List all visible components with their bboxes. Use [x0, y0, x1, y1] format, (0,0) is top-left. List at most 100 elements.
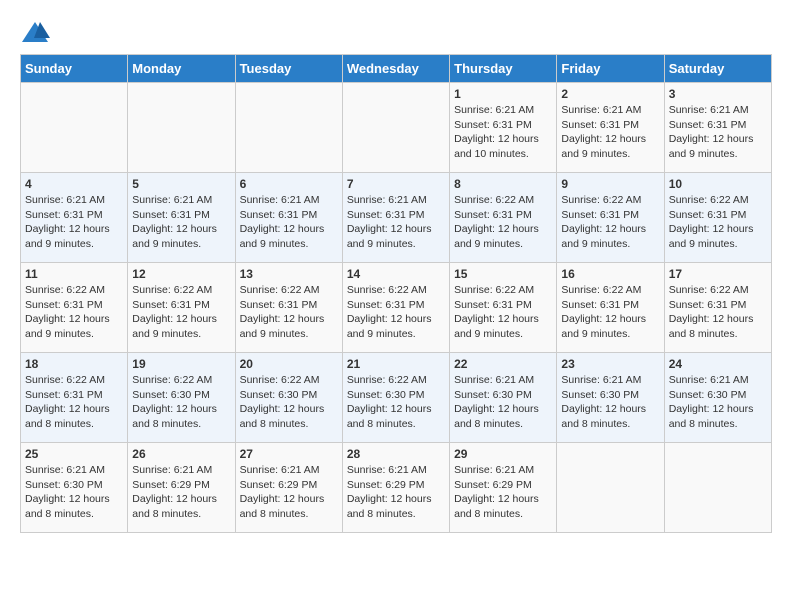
day-info: Sunrise: 6:21 AM Sunset: 6:29 PM Dayligh…: [454, 463, 552, 522]
day-number: 5: [132, 177, 230, 191]
calendar-cell: 26 Sunrise: 6:21 AM Sunset: 6:29 PM Dayli…: [128, 443, 235, 533]
calendar-week-row: 25 Sunrise: 6:21 AM Sunset: 6:30 PM Dayli…: [21, 443, 772, 533]
day-info: Sunrise: 6:22 AM Sunset: 6:31 PM Dayligh…: [561, 193, 659, 252]
day-info: Sunrise: 6:21 AM Sunset: 6:31 PM Dayligh…: [240, 193, 338, 252]
day-info: Sunrise: 6:21 AM Sunset: 6:30 PM Dayligh…: [454, 373, 552, 432]
logo: [20, 20, 54, 44]
day-info: Sunrise: 6:22 AM Sunset: 6:31 PM Dayligh…: [561, 283, 659, 342]
calendar-cell: 15 Sunrise: 6:22 AM Sunset: 6:31 PM Dayli…: [450, 263, 557, 353]
day-number: 10: [669, 177, 767, 191]
day-info: Sunrise: 6:21 AM Sunset: 6:29 PM Dayligh…: [347, 463, 445, 522]
day-number: 20: [240, 357, 338, 371]
calendar-cell: [21, 83, 128, 173]
day-number: 26: [132, 447, 230, 461]
day-info: Sunrise: 6:21 AM Sunset: 6:31 PM Dayligh…: [454, 103, 552, 162]
day-info: Sunrise: 6:22 AM Sunset: 6:30 PM Dayligh…: [347, 373, 445, 432]
calendar-cell: [128, 83, 235, 173]
day-number: 19: [132, 357, 230, 371]
day-number: 15: [454, 267, 552, 281]
day-number: 27: [240, 447, 338, 461]
day-number: 2: [561, 87, 659, 101]
day-number: 14: [347, 267, 445, 281]
page-header: [20, 20, 772, 44]
day-info: Sunrise: 6:22 AM Sunset: 6:31 PM Dayligh…: [240, 283, 338, 342]
calendar-cell: 21 Sunrise: 6:22 AM Sunset: 6:30 PM Dayli…: [342, 353, 449, 443]
day-info: Sunrise: 6:22 AM Sunset: 6:31 PM Dayligh…: [669, 283, 767, 342]
calendar-cell: 12 Sunrise: 6:22 AM Sunset: 6:31 PM Dayli…: [128, 263, 235, 353]
header-sunday: Sunday: [21, 55, 128, 83]
calendar-cell: 23 Sunrise: 6:21 AM Sunset: 6:30 PM Dayli…: [557, 353, 664, 443]
calendar-cell: 11 Sunrise: 6:22 AM Sunset: 6:31 PM Dayli…: [21, 263, 128, 353]
day-number: 7: [347, 177, 445, 191]
calendar-cell: 1 Sunrise: 6:21 AM Sunset: 6:31 PM Daylig…: [450, 83, 557, 173]
calendar-cell: 24 Sunrise: 6:21 AM Sunset: 6:30 PM Dayli…: [664, 353, 771, 443]
day-number: 23: [561, 357, 659, 371]
calendar-week-row: 1 Sunrise: 6:21 AM Sunset: 6:31 PM Daylig…: [21, 83, 772, 173]
day-info: Sunrise: 6:21 AM Sunset: 6:30 PM Dayligh…: [561, 373, 659, 432]
day-number: 11: [25, 267, 123, 281]
day-number: 4: [25, 177, 123, 191]
logo-icon: [20, 20, 50, 44]
calendar-cell: 20 Sunrise: 6:22 AM Sunset: 6:30 PM Dayli…: [235, 353, 342, 443]
header-saturday: Saturday: [664, 55, 771, 83]
day-info: Sunrise: 6:21 AM Sunset: 6:31 PM Dayligh…: [132, 193, 230, 252]
calendar-cell: 4 Sunrise: 6:21 AM Sunset: 6:31 PM Daylig…: [21, 173, 128, 263]
day-info: Sunrise: 6:21 AM Sunset: 6:31 PM Dayligh…: [561, 103, 659, 162]
calendar-cell: 19 Sunrise: 6:22 AM Sunset: 6:30 PM Dayli…: [128, 353, 235, 443]
calendar-cell: 25 Sunrise: 6:21 AM Sunset: 6:30 PM Dayli…: [21, 443, 128, 533]
day-info: Sunrise: 6:22 AM Sunset: 6:31 PM Dayligh…: [454, 193, 552, 252]
day-number: 29: [454, 447, 552, 461]
day-info: Sunrise: 6:21 AM Sunset: 6:31 PM Dayligh…: [25, 193, 123, 252]
calendar-cell: 7 Sunrise: 6:21 AM Sunset: 6:31 PM Daylig…: [342, 173, 449, 263]
day-number: 17: [669, 267, 767, 281]
day-info: Sunrise: 6:21 AM Sunset: 6:30 PM Dayligh…: [25, 463, 123, 522]
header-tuesday: Tuesday: [235, 55, 342, 83]
day-number: 1: [454, 87, 552, 101]
day-info: Sunrise: 6:22 AM Sunset: 6:31 PM Dayligh…: [25, 283, 123, 342]
header-thursday: Thursday: [450, 55, 557, 83]
day-number: 21: [347, 357, 445, 371]
calendar-cell: 18Sunrise: 6:22 AM Sunset: 6:31 PM Dayli…: [21, 353, 128, 443]
calendar-cell: [235, 83, 342, 173]
day-info: Sunrise: 6:21 AM Sunset: 6:31 PM Dayligh…: [347, 193, 445, 252]
calendar-cell: 28 Sunrise: 6:21 AM Sunset: 6:29 PM Dayli…: [342, 443, 449, 533]
calendar-table: SundayMondayTuesdayWednesdayThursdayFrid…: [20, 54, 772, 533]
day-number: 13: [240, 267, 338, 281]
calendar-cell: 8Sunrise: 6:22 AM Sunset: 6:31 PM Daylig…: [450, 173, 557, 263]
calendar-cell: 5 Sunrise: 6:21 AM Sunset: 6:31 PM Daylig…: [128, 173, 235, 263]
calendar-cell: [664, 443, 771, 533]
calendar-cell: 13 Sunrise: 6:22 AM Sunset: 6:31 PM Dayli…: [235, 263, 342, 353]
calendar-cell: 27Sunrise: 6:21 AM Sunset: 6:29 PM Dayli…: [235, 443, 342, 533]
day-info: Sunrise: 6:22 AM Sunset: 6:31 PM Dayligh…: [454, 283, 552, 342]
calendar-header-row: SundayMondayTuesdayWednesdayThursdayFrid…: [21, 55, 772, 83]
calendar-week-row: 18Sunrise: 6:22 AM Sunset: 6:31 PM Dayli…: [21, 353, 772, 443]
calendar-cell: 14 Sunrise: 6:22 AM Sunset: 6:31 PM Dayli…: [342, 263, 449, 353]
day-info: Sunrise: 6:22 AM Sunset: 6:31 PM Dayligh…: [132, 283, 230, 342]
day-info: Sunrise: 6:22 AM Sunset: 6:30 PM Dayligh…: [132, 373, 230, 432]
header-friday: Friday: [557, 55, 664, 83]
day-number: 25: [25, 447, 123, 461]
day-number: 28: [347, 447, 445, 461]
calendar-cell: 22Sunrise: 6:21 AM Sunset: 6:30 PM Dayli…: [450, 353, 557, 443]
day-number: 12: [132, 267, 230, 281]
calendar-cell: 16 Sunrise: 6:22 AM Sunset: 6:31 PM Dayli…: [557, 263, 664, 353]
day-number: 6: [240, 177, 338, 191]
calendar-cell: 9 Sunrise: 6:22 AM Sunset: 6:31 PM Daylig…: [557, 173, 664, 263]
day-info: Sunrise: 6:22 AM Sunset: 6:31 PM Dayligh…: [669, 193, 767, 252]
calendar-cell: 10 Sunrise: 6:22 AM Sunset: 6:31 PM Dayli…: [664, 173, 771, 263]
calendar-cell: 6 Sunrise: 6:21 AM Sunset: 6:31 PM Daylig…: [235, 173, 342, 263]
day-info: Sunrise: 6:22 AM Sunset: 6:30 PM Dayligh…: [240, 373, 338, 432]
day-number: 9: [561, 177, 659, 191]
calendar-week-row: 11 Sunrise: 6:22 AM Sunset: 6:31 PM Dayli…: [21, 263, 772, 353]
calendar-week-row: 4 Sunrise: 6:21 AM Sunset: 6:31 PM Daylig…: [21, 173, 772, 263]
day-info: Sunrise: 6:21 AM Sunset: 6:29 PM Dayligh…: [132, 463, 230, 522]
calendar-cell: 2 Sunrise: 6:21 AM Sunset: 6:31 PM Daylig…: [557, 83, 664, 173]
day-info: Sunrise: 6:22 AM Sunset: 6:31 PM Dayligh…: [347, 283, 445, 342]
day-number: 24: [669, 357, 767, 371]
day-number: 3: [669, 87, 767, 101]
header-wednesday: Wednesday: [342, 55, 449, 83]
calendar-cell: 29 Sunrise: 6:21 AM Sunset: 6:29 PM Dayli…: [450, 443, 557, 533]
day-number: 16: [561, 267, 659, 281]
day-info: Sunrise: 6:21 AM Sunset: 6:30 PM Dayligh…: [669, 373, 767, 432]
day-info: Sunrise: 6:21 AM Sunset: 6:31 PM Dayligh…: [669, 103, 767, 162]
